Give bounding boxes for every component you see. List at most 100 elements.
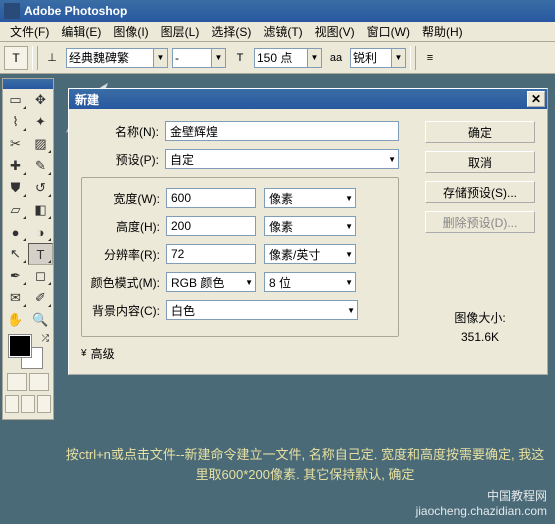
shape-tool[interactable]: ◻ bbox=[28, 265, 53, 287]
menu-select[interactable]: 选择(S) bbox=[205, 21, 257, 42]
font-family-value[interactable] bbox=[67, 49, 153, 67]
font-family-combo[interactable]: ▼ bbox=[66, 48, 168, 68]
menu-filter[interactable]: 滤镜(T) bbox=[257, 21, 308, 42]
chevron-collapsed-icon: ¥ bbox=[81, 348, 87, 359]
screen-mode-3[interactable] bbox=[37, 395, 51, 413]
slice-tool[interactable]: ▨ bbox=[28, 133, 53, 155]
quickmask-mode-button[interactable] bbox=[29, 373, 49, 391]
color-mode-select[interactable]: RGB 颜色 ▼ bbox=[166, 272, 256, 292]
font-style-value[interactable] bbox=[173, 49, 211, 67]
menu-help[interactable]: 帮助(H) bbox=[416, 21, 469, 42]
antialias-combo[interactable]: ▼ bbox=[350, 48, 406, 68]
menu-window[interactable]: 窗口(W) bbox=[361, 21, 416, 42]
edit-mode-row bbox=[3, 371, 53, 393]
ok-button[interactable]: 确定 bbox=[425, 121, 535, 143]
notes-tool[interactable]: ✉ bbox=[3, 287, 28, 309]
orientation-icon[interactable]: ⊥ bbox=[42, 48, 62, 68]
chevron-down-icon: ▼ bbox=[245, 278, 253, 287]
bg-content-select[interactable]: 白色 ▼ bbox=[166, 300, 358, 320]
hand-tool[interactable]: ✋ bbox=[3, 309, 28, 331]
wand-tool[interactable]: ✦ bbox=[28, 111, 53, 133]
dialog-titlebar[interactable]: 新建 ✕ bbox=[69, 89, 547, 109]
watermark-line1: 中国教程网 bbox=[416, 487, 547, 504]
tool-grid: ▭ ✥ ⌇ ✦ ✂ ▨ ✚ ✎ ⛊ ↺ ▱ ◧ ● ◑ ↖ T ✒ ◻ ✉ ✐ … bbox=[3, 89, 53, 331]
name-input[interactable] bbox=[165, 121, 399, 141]
move-tool[interactable]: ✥ bbox=[28, 89, 53, 111]
dialog-buttons: 确定 取消 存储预设(S)... 删除预设(D)... bbox=[425, 121, 535, 233]
close-icon: ✕ bbox=[531, 92, 541, 106]
instruction-text: 按ctrl+n或点击文件--新建命令建立一文件, 名称自己定. 宽度和高度按需要… bbox=[65, 445, 545, 484]
menu-layer[interactable]: 图层(L) bbox=[155, 21, 206, 42]
dialog-title: 新建 bbox=[75, 91, 99, 108]
eyedropper-tool[interactable]: ✐ bbox=[28, 287, 53, 309]
zoom-tool[interactable]: 🔍 bbox=[28, 309, 53, 331]
foreground-color-swatch[interactable] bbox=[9, 335, 31, 357]
bit-depth-select[interactable]: 8 位 ▼ bbox=[264, 272, 356, 292]
menu-file[interactable]: 文件(F) bbox=[4, 21, 55, 42]
watermark: 中国教程网 jiaocheng.chazidian.com bbox=[416, 487, 547, 518]
chevron-down-icon[interactable]: ▼ bbox=[307, 49, 321, 67]
eraser-tool[interactable]: ▱ bbox=[3, 199, 28, 221]
type-tool-icon: T bbox=[12, 51, 19, 65]
path-select-tool[interactable]: ↖ bbox=[3, 243, 28, 265]
close-button[interactable]: ✕ bbox=[527, 91, 545, 107]
brush-tool[interactable]: ✎ bbox=[28, 155, 53, 177]
current-tool-tile[interactable]: T bbox=[4, 46, 28, 70]
app-title: Adobe Photoshop bbox=[24, 4, 127, 18]
bg-content-label: 背景内容(C): bbox=[90, 302, 166, 319]
dodge-tool[interactable]: ◑ bbox=[28, 221, 53, 243]
gradient-tool[interactable]: ◧ bbox=[28, 199, 53, 221]
resolution-input[interactable] bbox=[166, 244, 256, 264]
height-unit-value: 像素 bbox=[269, 218, 293, 235]
advanced-label: 高级 bbox=[91, 345, 115, 362]
antialias-value[interactable] bbox=[351, 49, 391, 67]
marquee-tool[interactable]: ▭ bbox=[3, 89, 28, 111]
save-preset-button[interactable]: 存储预设(S)... bbox=[425, 181, 535, 203]
preset-select[interactable]: 自定 ▼ bbox=[165, 149, 399, 169]
chevron-down-icon[interactable]: ▼ bbox=[153, 49, 167, 67]
color-mode-value: RGB 颜色 bbox=[171, 274, 224, 291]
swap-colors-icon[interactable]: ⤮ bbox=[42, 333, 49, 344]
blur-tool[interactable]: ● bbox=[3, 221, 28, 243]
resolution-label: 分辨率(R): bbox=[90, 246, 166, 263]
width-label: 宽度(W): bbox=[90, 190, 166, 207]
width-unit-select[interactable]: 像素 ▼ bbox=[264, 188, 356, 208]
stamp-tool[interactable]: ⛊ bbox=[3, 177, 28, 199]
resolution-unit-value: 像素/英寸 bbox=[269, 246, 320, 263]
font-style-combo[interactable]: ▼ bbox=[172, 48, 226, 68]
menubar: 文件(F) 编辑(E) 图像(I) 图层(L) 选择(S) 滤镜(T) 视图(V… bbox=[0, 22, 555, 42]
menu-image[interactable]: 图像(I) bbox=[107, 21, 154, 42]
advanced-toggle[interactable]: ¥ 高级 bbox=[81, 345, 535, 362]
font-size-icon: T bbox=[230, 48, 250, 68]
history-brush-tool[interactable]: ↺ bbox=[28, 177, 53, 199]
pen-tool[interactable]: ✒ bbox=[3, 265, 28, 287]
cancel-button[interactable]: 取消 bbox=[425, 151, 535, 173]
lasso-tool[interactable]: ⌇ bbox=[3, 111, 28, 133]
screen-mode-2[interactable] bbox=[21, 395, 35, 413]
font-size-combo[interactable]: ▼ bbox=[254, 48, 322, 68]
toolbox-header[interactable] bbox=[3, 79, 53, 89]
chevron-down-icon[interactable]: ▼ bbox=[391, 49, 405, 67]
chevron-down-icon[interactable]: ▼ bbox=[211, 49, 225, 67]
menu-edit[interactable]: 编辑(E) bbox=[55, 21, 107, 42]
image-size-label: 图像大小: bbox=[425, 309, 535, 328]
image-size-value: 351.6K bbox=[425, 328, 535, 347]
font-size-value[interactable] bbox=[255, 49, 307, 67]
height-input[interactable] bbox=[166, 216, 256, 236]
screen-mode-row bbox=[3, 393, 53, 415]
crop-tool[interactable]: ✂ bbox=[3, 133, 28, 155]
screen-mode-1[interactable] bbox=[5, 395, 19, 413]
width-input[interactable] bbox=[166, 188, 256, 208]
chevron-down-icon: ▼ bbox=[345, 194, 353, 203]
resolution-unit-select[interactable]: 像素/英寸 ▼ bbox=[264, 244, 356, 264]
type-tool[interactable]: T bbox=[28, 243, 53, 265]
bit-depth-value: 8 位 bbox=[269, 274, 291, 291]
standard-mode-button[interactable] bbox=[7, 373, 27, 391]
menu-view[interactable]: 视图(V) bbox=[309, 21, 361, 42]
color-swatches: ⤮ bbox=[3, 331, 53, 371]
heal-tool[interactable]: ✚ bbox=[3, 155, 28, 177]
height-unit-select[interactable]: 像素 ▼ bbox=[264, 216, 356, 236]
chevron-down-icon: ▼ bbox=[345, 250, 353, 259]
align-icon[interactable]: ≡ bbox=[420, 48, 440, 68]
chevron-down-icon: ▼ bbox=[347, 306, 355, 315]
